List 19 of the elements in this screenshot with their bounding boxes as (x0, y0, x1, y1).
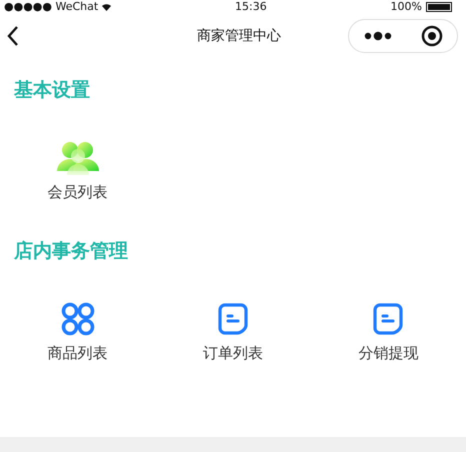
menu-item[interactable]: 会员列表 (48, 180, 108, 203)
section-title: 店内事务管理 (12, 239, 129, 264)
status-time: 15:36 (235, 1, 267, 13)
menu-item[interactable]: 订单列表 (202, 342, 263, 364)
document-icon (218, 302, 248, 336)
more-icon[interactable] (364, 31, 392, 41)
menu-item[interactable]: 分销提现 (358, 342, 418, 364)
back-icon[interactable] (6, 25, 20, 47)
wifi-icon (102, 4, 112, 10)
menu-item[interactable]: 商品列表 (48, 342, 108, 364)
carrier-name: ●●●●● WeChat (4, 1, 98, 13)
users-icon (54, 140, 101, 174)
battery-icon (426, 2, 452, 12)
battery-level: 100% (390, 1, 422, 13)
page-title: 商家管理中心 (197, 26, 281, 46)
section-title: 基本设置 (13, 78, 91, 103)
close-icon[interactable] (420, 25, 442, 47)
grid-icon (60, 302, 95, 336)
document-icon (373, 302, 404, 336)
